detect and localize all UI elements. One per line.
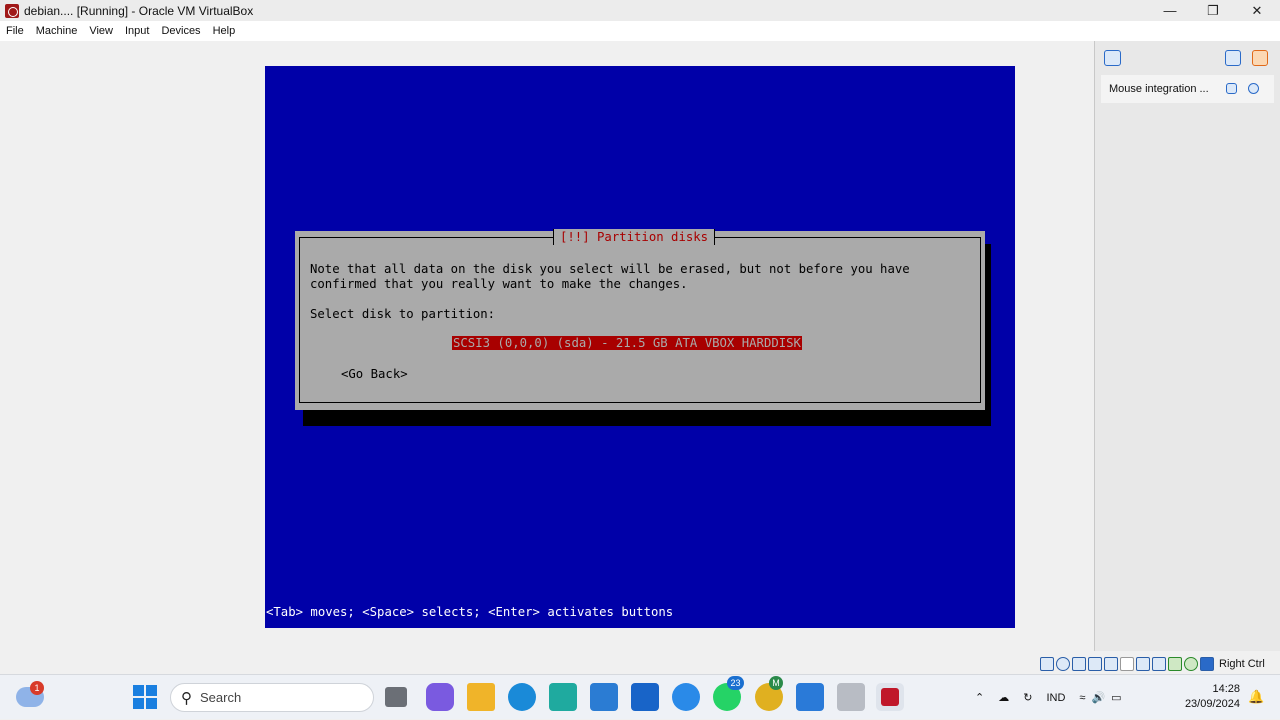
panel-header [1095,41,1280,73]
virtualbox-manager-icon[interactable] [837,683,865,711]
debian-vm-taskbar-icon[interactable] [876,683,904,711]
copilot-icon[interactable] [426,683,454,711]
virtualbox-app-icon [5,3,19,18]
dialog-text-line1: Note that all data on the disk you selec… [310,262,910,276]
cloud-sync-icon[interactable]: ☁ [998,691,1009,704]
restore-button[interactable]: ❐ [1191,0,1235,21]
show-hidden-icons-icon[interactable]: ⌃ [975,691,984,704]
cpu-activity-icon[interactable] [1168,657,1182,671]
menu-machine[interactable]: Machine [30,25,84,37]
clock-date: 23/09/2024 [1184,698,1240,710]
close-all-icon[interactable] [1252,50,1268,66]
display-icon[interactable] [1136,657,1150,671]
store-icon-alt[interactable] [549,683,577,711]
host-key-label: Right Ctrl [1219,658,1265,670]
whatsapp-icon[interactable]: 23 [713,676,744,711]
menu-view[interactable]: View [83,25,119,37]
mouse-integration-notice[interactable]: Mouse integration ... [1101,75,1274,103]
chrome-icon[interactable]: M [755,676,783,711]
refresh-icon[interactable]: ↻ [1023,691,1032,704]
start-button[interactable] [133,685,157,709]
disk-option-sda[interactable]: SCSI3 (0,0,0) (sda) - 21.5 GB ATA VBOX H… [452,336,802,350]
menu-devices[interactable]: Devices [155,25,206,37]
clock[interactable]: 14:28 23/09/2024 [1180,682,1240,712]
file-explorer-icon[interactable] [467,683,495,711]
select-disk-prompt: Select disk to partition: [310,307,496,321]
help-icon[interactable] [672,683,700,711]
input-language[interactable]: IND [1046,692,1065,704]
menu-bar: File Machine View Input Devices Help [0,21,1280,41]
dialog-title: [!!] Partition disks [553,229,716,245]
shared-folders-icon[interactable] [1120,657,1134,671]
taskbar-search[interactable]: ⚲ Search [170,683,374,712]
dialog-text-line2: confirmed that you really want to make t… [310,277,688,291]
vm-status-bar: Right Ctrl [1040,657,1265,671]
myhp-icon[interactable] [631,683,659,711]
whatsapp-badge: 23 [727,676,744,690]
weather-badge: 1 [30,681,44,695]
menu-file[interactable]: File [0,25,30,37]
photos-icon[interactable] [796,683,824,711]
window-title: debian.... [Running] - Oracle VM Virtual… [24,3,254,18]
task-view-icon[interactable] [385,687,407,707]
partition-dialog: [!!] Partition disks Note that all data … [295,229,985,410]
volume-icon[interactable]: 🔊 [1091,691,1105,704]
weather-icon[interactable]: 1 [16,681,44,707]
audio-icon[interactable] [1072,657,1086,671]
notification-bell-icon[interactable]: 🔔 [1248,689,1264,705]
installer-help-line: <Tab> moves; <Space> selects; <Enter> ac… [266,605,674,619]
optical-drive-icon[interactable] [1056,657,1070,671]
guest-additions-icon[interactable] [1184,657,1198,671]
dismiss-icon[interactable] [1248,83,1259,94]
window-titlebar: debian.... [Running] - Oracle VM Virtual… [0,0,1280,21]
do-not-show-icon[interactable] [1226,83,1237,94]
microsoft-store-icon[interactable] [590,683,618,711]
recording-icon[interactable] [1152,657,1166,671]
chrome-profile-badge: M [769,676,783,690]
network-icon[interactable] [1088,657,1102,671]
search-placeholder: Search [200,690,242,705]
menu-input[interactable]: Input [119,25,155,37]
message-icon[interactable] [1104,50,1121,66]
notice-text: Mouse integration ... [1109,83,1209,95]
host-key-icon[interactable] [1200,657,1214,671]
vm-window-icon [881,688,899,706]
panel-layout-icon[interactable] [1225,50,1241,66]
menu-help[interactable]: Help [207,25,242,37]
go-back-button[interactable]: <Go Back> [341,367,408,381]
battery-icon[interactable]: ▭ [1111,691,1121,704]
wifi-icon[interactable]: ≈ [1079,692,1085,704]
system-tray: ⌃ ☁ ↻ IND ≈ 🔊 ▭ [975,675,1122,720]
clock-time: 14:28 [1212,683,1240,695]
windows-taskbar: 1 ⚲ Search 23 M ⌃ ☁ ↻ IND ≈ 🔊 ▭ 14:28 23… [0,674,1280,719]
close-button[interactable]: ✕ [1235,0,1279,21]
edge-icon[interactable] [508,683,536,711]
vm-display[interactable]: [!!] Partition disks Note that all data … [265,66,1015,628]
notification-panel: Mouse integration ... [1094,41,1280,651]
hard-disk-icon[interactable] [1040,657,1054,671]
usb-icon[interactable] [1104,657,1118,671]
search-icon: ⚲ [181,689,192,707]
minimize-button[interactable]: — [1148,0,1192,21]
